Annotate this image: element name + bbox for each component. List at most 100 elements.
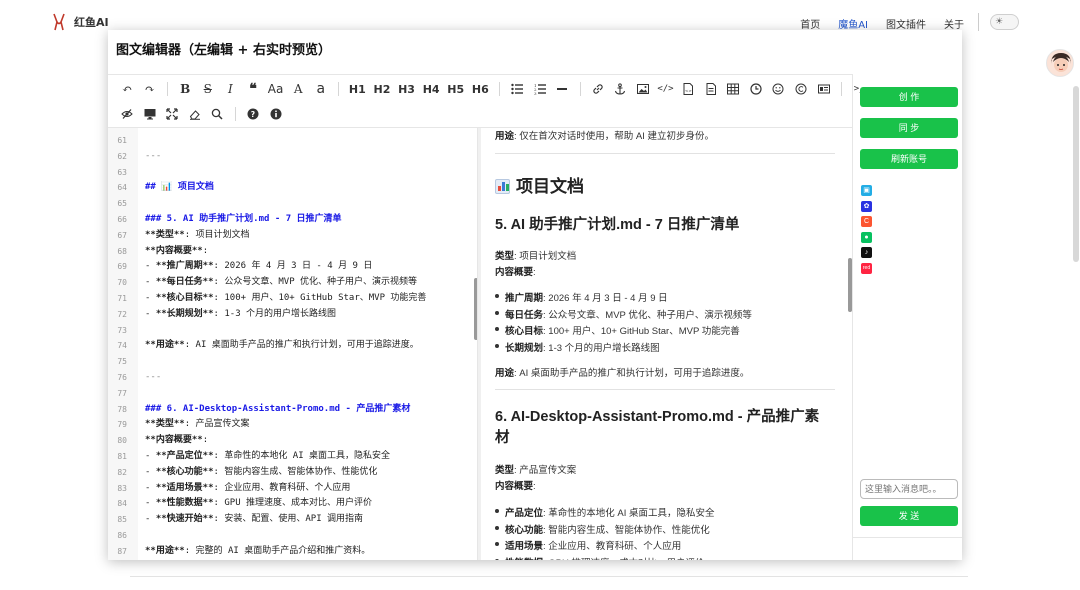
- theme-toggle[interactable]: ☀: [990, 14, 1019, 30]
- quote-icon[interactable]: ❝: [244, 80, 262, 98]
- preview-scrollbar[interactable]: [848, 258, 852, 312]
- code-line[interactable]: 86: [108, 528, 477, 544]
- nav-item-home[interactable]: 首页: [800, 16, 820, 31]
- code-icon[interactable]: </>: [656, 80, 674, 98]
- avatar[interactable]: [1046, 49, 1074, 77]
- uppercase-icon[interactable]: Aa: [267, 80, 285, 98]
- code-line[interactable]: 82 - **核心功能**: 智能内容生成、智能体协作、性能优化: [108, 465, 477, 481]
- undo-icon[interactable]: ↶: [118, 80, 136, 98]
- csdn-icon[interactable]: C: [861, 216, 872, 227]
- nav-item-about[interactable]: 关于: [944, 16, 964, 31]
- code-line[interactable]: 79 **类型**: 产品宣传文案: [108, 417, 477, 433]
- sync-button[interactable]: 同 步: [860, 118, 958, 138]
- line-number: 79: [117, 420, 127, 430]
- line-number: 70: [117, 278, 127, 288]
- code-line[interactable]: 62 ---: [108, 149, 477, 165]
- code-line[interactable]: 61: [108, 133, 477, 149]
- horizontal-rule-icon[interactable]: [553, 80, 571, 98]
- code-line[interactable]: 67 **类型**: 项目计划文档: [108, 228, 477, 244]
- font-size-icon[interactable]: A: [289, 80, 307, 98]
- code-line[interactable]: 70 - **每日任务**: 公众号文章、MVP 优化、种子用户、演示视频等: [108, 275, 477, 291]
- code-line[interactable]: 72 - **长期规划**: 1-3 个月的用户增长路线图: [108, 307, 477, 323]
- line-number: 85: [117, 515, 127, 525]
- h6-button[interactable]: H6: [470, 80, 490, 98]
- douyin-icon[interactable]: ♪: [861, 247, 872, 258]
- markdown-editor[interactable]: 61 62 --- 63 64 ## 📊 项目文档 65 66 ### 5. AI 助手推广计划…: [108, 128, 478, 560]
- code-line[interactable]: 74 **用途**: AI 桌面助手产品的推广和执行计划，可用于追踪进度。: [108, 338, 477, 354]
- hide-preview-icon[interactable]: [118, 105, 136, 123]
- anchor-icon[interactable]: [611, 80, 629, 98]
- preview-hr: [495, 389, 835, 390]
- svg-text:<>: <>: [685, 88, 692, 93]
- code-line[interactable]: 69 - **推广周期**: 2026 年 4 月 3 日 - 4 月 9 日: [108, 259, 477, 275]
- strikethrough-icon[interactable]: S: [199, 80, 217, 98]
- unordered-list-icon[interactable]: [508, 80, 526, 98]
- line-content: **类型**: 项目计划文档: [145, 229, 250, 240]
- emoji-icon[interactable]: [769, 80, 787, 98]
- ordered-list-icon[interactable]: 123: [531, 80, 549, 98]
- h4-button[interactable]: H4: [421, 80, 441, 98]
- code-line[interactable]: 71 - **核心目标**: 100+ 用户、10+ GitHub Star、MV…: [108, 291, 477, 307]
- line-number: 65: [117, 199, 127, 209]
- s6-summary-colon: :: [533, 481, 536, 492]
- line-content: - **适用场景**: 企业应用、教育科研、个人应用: [145, 482, 351, 493]
- table-icon[interactable]: [724, 80, 742, 98]
- line-content: - **性能数据**: GPU 推理速度、成本对比、用户评价: [145, 498, 373, 509]
- preformatted-icon[interactable]: [702, 80, 720, 98]
- link-icon[interactable]: [589, 80, 607, 98]
- bold-icon[interactable]: B: [176, 80, 194, 98]
- brand[interactable]: 红鱼AI: [52, 13, 109, 31]
- message-input[interactable]: [860, 479, 958, 499]
- code-line[interactable]: 77: [108, 386, 477, 402]
- nav-item-moyu-ai[interactable]: 魔鱼AI: [838, 16, 868, 31]
- xiaohongshu-icon[interactable]: red: [861, 262, 872, 274]
- eraser-icon[interactable]: [186, 105, 204, 123]
- code-line[interactable]: 68 **内容概要**:: [108, 244, 477, 260]
- pane-divider[interactable]: [478, 128, 481, 560]
- code-line[interactable]: 84 - **性能数据**: GPU 推理速度、成本对比、用户评价: [108, 496, 477, 512]
- preview-h3-section-5: 5. AI 助手推广计划.md - 7 日推广清单: [495, 217, 740, 233]
- help-icon[interactable]: ?: [244, 105, 262, 123]
- code-block-icon[interactable]: <>: [679, 80, 697, 98]
- h5-button[interactable]: H5: [446, 80, 466, 98]
- pagebreak-icon[interactable]: [815, 80, 833, 98]
- lowercase-icon[interactable]: a: [312, 80, 330, 98]
- code-line[interactable]: 81 - **产品定位**: 革命性的本地化 AI 桌面工具，隐私安全: [108, 449, 477, 465]
- italic-icon[interactable]: I: [221, 80, 239, 98]
- code-line[interactable]: 80 **内容概要**:: [108, 433, 477, 449]
- code-line[interactable]: 78 ### 6. AI-Desktop-Assistant-Promo.md -…: [108, 402, 477, 418]
- code-line[interactable]: 87 **用途**: 完整的 AI 桌面助手产品介绍和推广资料。: [108, 544, 477, 560]
- code-line[interactable]: 85 - **快速开始**: 安装、配置、使用、API 调用指南: [108, 512, 477, 528]
- search-icon[interactable]: [208, 105, 226, 123]
- code-line[interactable]: 75: [108, 354, 477, 370]
- h2-button[interactable]: H2: [372, 80, 392, 98]
- code-line[interactable]: 76 ---: [108, 370, 477, 386]
- s6-type-label: 类型: [495, 465, 515, 476]
- info-icon[interactable]: [267, 105, 285, 123]
- refresh-account-button[interactable]: 刷新账号: [860, 149, 958, 169]
- baidu-icon[interactable]: ✿: [861, 200, 872, 212]
- send-button[interactable]: 发 送: [860, 506, 958, 526]
- desktop-preview-icon[interactable]: [141, 105, 159, 123]
- redo-icon[interactable]: ↷: [141, 80, 159, 98]
- page-scrollbar[interactable]: [1073, 86, 1079, 262]
- line-content: **类型**: 产品宣传文案: [145, 419, 250, 430]
- copyright-icon[interactable]: [792, 80, 810, 98]
- preview-s5-summary: 内容概要:: [495, 264, 536, 278]
- code-line[interactable]: 83 - **适用场景**: 企业应用、教育科研、个人应用: [108, 481, 477, 497]
- bilibili-icon[interactable]: ▣: [861, 185, 872, 196]
- datetime-icon[interactable]: [747, 80, 765, 98]
- h3-button[interactable]: H3: [397, 80, 417, 98]
- svg-text:?: ?: [251, 110, 255, 119]
- code-line[interactable]: 65: [108, 196, 477, 212]
- code-line[interactable]: 66 ### 5. AI 助手推广计划.md - 7 日推广清单: [108, 212, 477, 228]
- code-line[interactable]: 73: [108, 323, 477, 339]
- image-icon[interactable]: [634, 80, 652, 98]
- create-button[interactable]: 创 作: [860, 87, 958, 107]
- h1-button[interactable]: H1: [347, 80, 367, 98]
- code-line[interactable]: 64 ## 📊 项目文档: [108, 180, 477, 196]
- wechat-icon[interactable]: ●: [861, 231, 872, 243]
- fullscreen-icon[interactable]: [163, 105, 181, 123]
- code-line[interactable]: 63: [108, 165, 477, 181]
- nav-item-plugin[interactable]: 图文插件: [886, 16, 926, 31]
